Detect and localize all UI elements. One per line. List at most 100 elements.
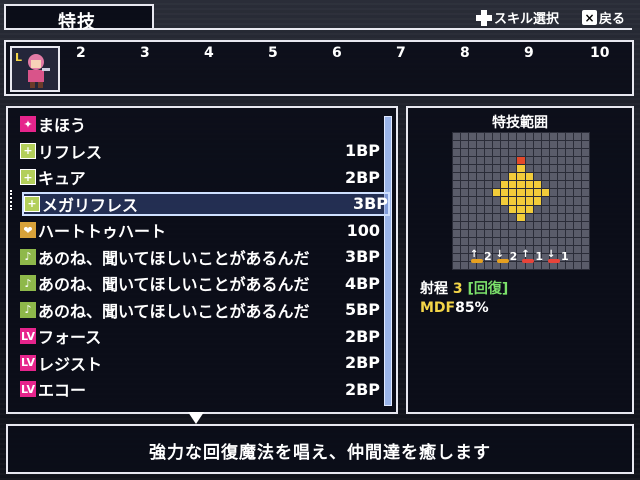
party-slot[interactable]: 9	[524, 45, 534, 61]
grid-cell	[493, 181, 501, 189]
grid-cell	[557, 237, 565, 245]
party-slot[interactable]: 4	[204, 45, 214, 61]
skill-select-hint[interactable]: スキル選択	[476, 8, 559, 27]
grid-cell	[461, 189, 469, 197]
grid-cell	[581, 149, 589, 157]
grid-cell	[573, 133, 581, 141]
arrow-up-icon: ↑	[470, 249, 484, 263]
grid-cell	[493, 173, 501, 181]
grid-cell	[453, 181, 461, 189]
grid-cell	[485, 221, 493, 229]
direction-modifier: ↑ 1	[521, 249, 543, 263]
direction-value: 1	[535, 250, 543, 263]
grid-cell	[485, 189, 493, 197]
dpad-icon	[476, 9, 492, 26]
party-slot[interactable]: 6	[332, 45, 342, 61]
grid-cell	[557, 189, 565, 197]
skill-row[interactable]: LV レジスト 2BP	[20, 351, 380, 375]
grid-cell	[517, 221, 525, 229]
range-label: 射程	[420, 281, 448, 297]
scrollbar[interactable]	[384, 116, 392, 406]
grid-cell	[581, 253, 589, 261]
grid-cell	[461, 173, 469, 181]
selection-cursor	[10, 190, 18, 210]
grid-cell	[485, 213, 493, 221]
skill-row[interactable]: ❤ ハートトゥハート 100	[20, 218, 380, 242]
grid-cell	[461, 253, 469, 261]
grid-cell	[541, 181, 549, 189]
grid-cell	[517, 133, 525, 141]
grid-cell	[501, 237, 509, 245]
grid-cell	[573, 229, 581, 237]
title-box: 特技	[4, 4, 154, 33]
grid-cell	[517, 149, 525, 157]
grid-cell	[525, 157, 533, 165]
heart-icon: ❤	[20, 222, 36, 238]
grid-cell	[525, 189, 533, 197]
party-slot[interactable]: 8	[460, 45, 470, 61]
grid-cell	[549, 141, 557, 149]
grid-cell	[525, 141, 533, 149]
magic-icon: ✦	[20, 116, 36, 132]
grid-cell	[461, 157, 469, 165]
skill-cost: 5BP	[344, 300, 380, 319]
grid-cell	[461, 141, 469, 149]
skill-row[interactable]: ♪ あのね、聞いてほしいことがあるんだ 3BP	[20, 245, 380, 269]
grid-cell	[541, 157, 549, 165]
grid-cell	[581, 213, 589, 221]
grid-cell	[493, 189, 501, 197]
grid-cell	[469, 173, 477, 181]
grid-cell	[461, 133, 469, 141]
grid-cell	[541, 197, 549, 205]
grid-cell	[573, 221, 581, 229]
skill-row[interactable]: LV エコー 2BP	[20, 377, 380, 401]
back-hint[interactable]: × 戻る	[582, 8, 625, 27]
party-slot[interactable]: 5	[268, 45, 278, 61]
grid-cell	[517, 237, 525, 245]
direction-value: 2	[484, 250, 492, 263]
grid-cell	[477, 173, 485, 181]
leader-portrait[interactable]: L	[10, 46, 60, 92]
grid-cell	[525, 149, 533, 157]
skill-row[interactable]: ♪ あのね、聞いてほしいことがあるんだ 5BP	[20, 298, 380, 322]
grid-cell	[477, 237, 485, 245]
skill-list: ✦ まほう + リフレス 1BP + キュア 2BP + メガリフレス 3BP ❤ ハートトゥハート 10…	[6, 106, 398, 414]
skill-row[interactable]: ♪ あのね、聞いてほしいことがあるんだ 4BP	[20, 271, 380, 295]
grid-cell	[557, 165, 565, 173]
party-slot[interactable]: 3	[140, 45, 150, 61]
grid-cell	[469, 133, 477, 141]
party-slot[interactable]: 10	[590, 45, 609, 61]
skill-name: ハートトゥハート	[38, 222, 167, 241]
direction-modifier: ↑ 2	[470, 249, 492, 263]
grid-cell	[485, 141, 493, 149]
grid-cell	[533, 157, 541, 165]
grid-cell	[573, 157, 581, 165]
skill-row[interactable]: LV フォース 2BP	[20, 324, 380, 348]
grid-cell	[581, 261, 589, 269]
party-slot[interactable]: 2	[76, 45, 86, 61]
grid-cell	[477, 141, 485, 149]
grid-cell	[581, 221, 589, 229]
party-slot[interactable]: 7	[396, 45, 406, 61]
direction-modifiers: ↑ 2 ↓ 2 ↑ 1 ↓ 1	[470, 249, 569, 263]
grid-cell	[461, 149, 469, 157]
grid-cell	[485, 229, 493, 237]
grid-cell	[517, 157, 525, 165]
grid-cell	[509, 181, 517, 189]
grid-cell	[557, 141, 565, 149]
grid-cell	[485, 173, 493, 181]
skill-row[interactable]: + リフレス 1BP	[20, 139, 380, 163]
skill-cost: 2BP	[344, 326, 380, 346]
skill-row[interactable]: + メガリフレス 3BP	[22, 191, 390, 216]
grid-cell	[557, 221, 565, 229]
grid-cell	[541, 141, 549, 149]
music-icon: ♪	[20, 275, 36, 291]
skill-row[interactable]: + キュア 2BP	[20, 165, 380, 189]
grid-cell	[493, 141, 501, 149]
grid-cell	[493, 237, 501, 245]
grid-cell	[501, 213, 509, 221]
lv-icon: LV	[20, 354, 36, 371]
skill-name: メガリフレス	[42, 195, 139, 215]
grid-cell	[469, 213, 477, 221]
skill-row[interactable]: ✦ まほう	[20, 112, 380, 136]
